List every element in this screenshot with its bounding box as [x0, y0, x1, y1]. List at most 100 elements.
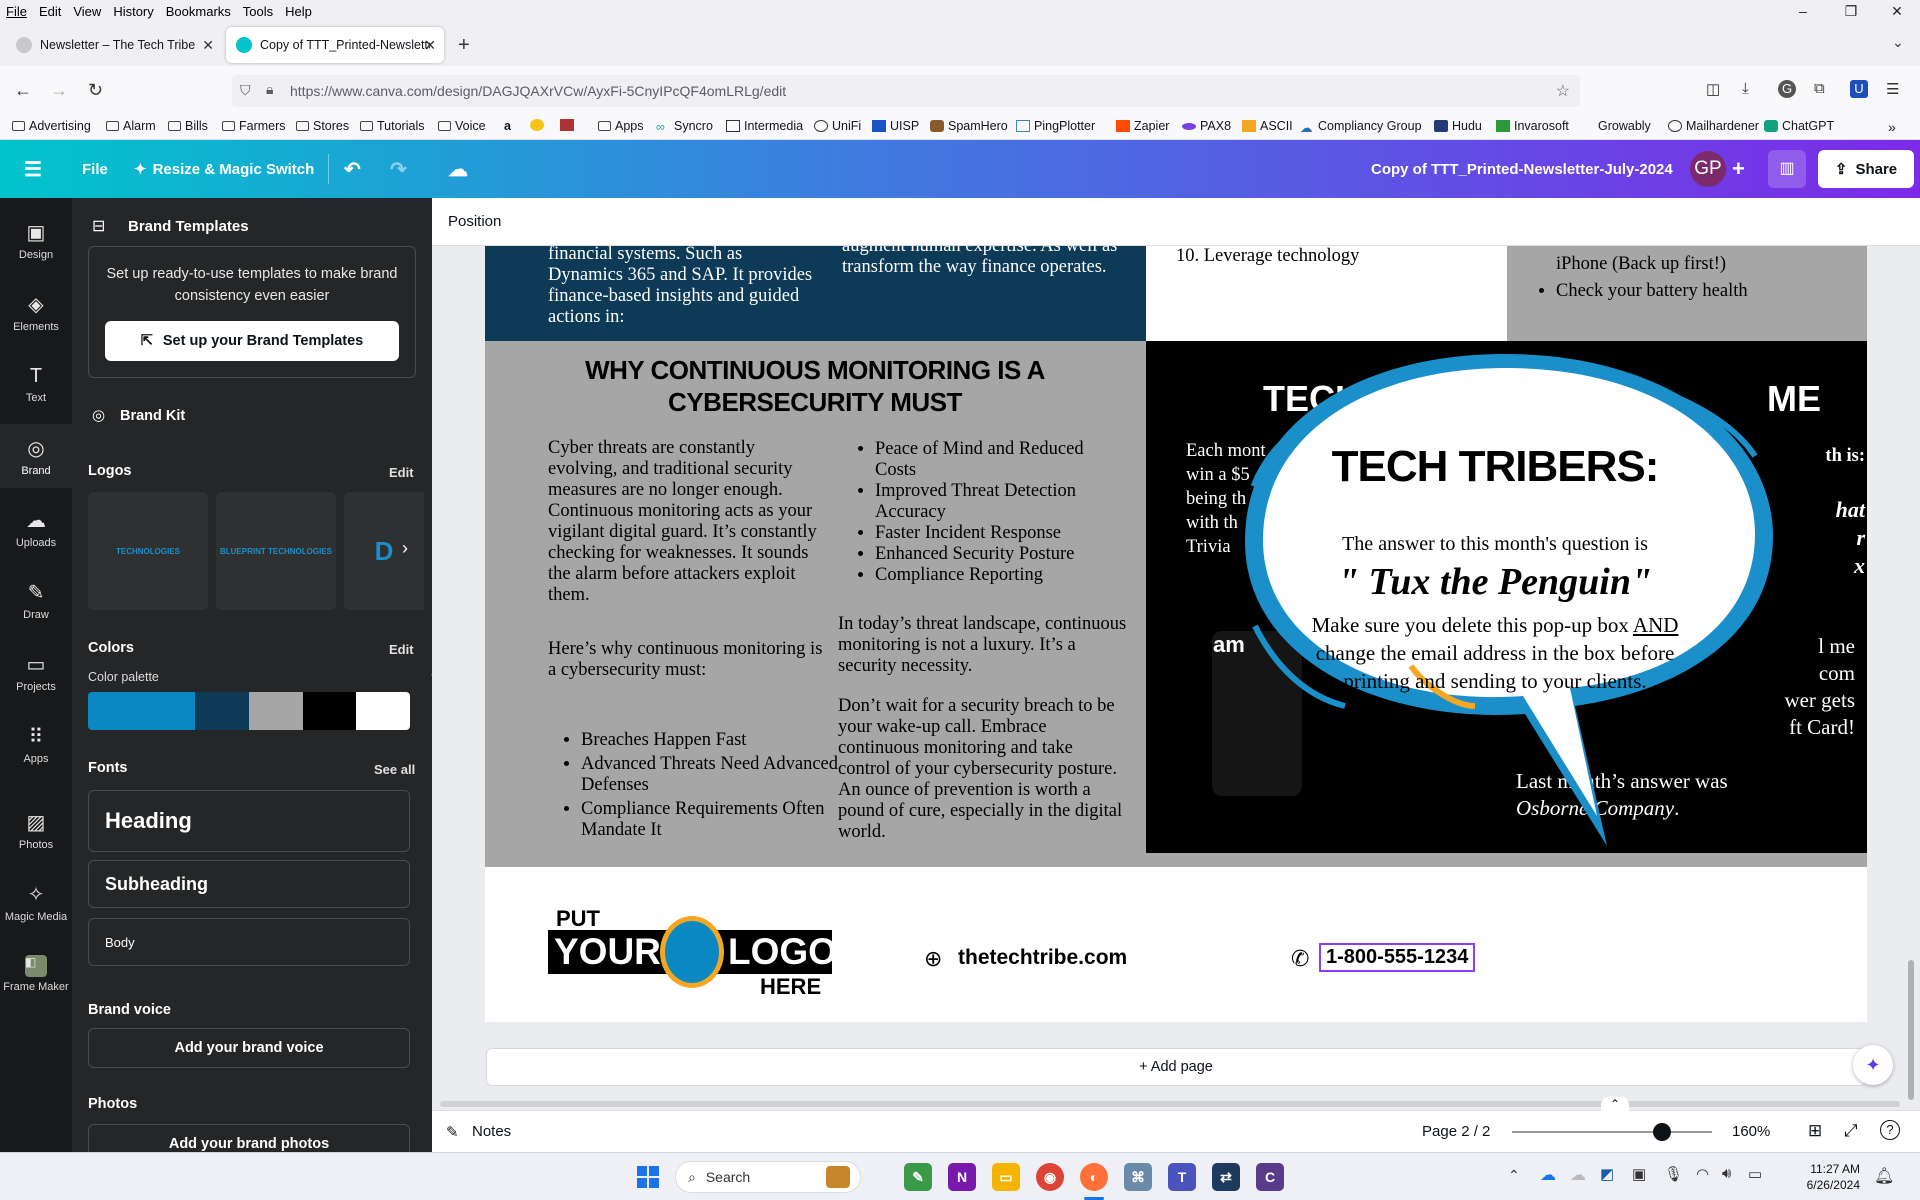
bookmark-voice[interactable]: Voice	[438, 119, 486, 133]
add-brand-voice-button[interactable]: Add your brand voice	[88, 1028, 410, 1068]
add-collaborator-icon[interactable]: +	[1732, 140, 1745, 198]
rail-elements[interactable]: ◈ Elements	[0, 280, 72, 344]
rail-design[interactable]: ▣ Design	[0, 208, 72, 272]
calculator-bookmark-icon[interactable]	[560, 119, 578, 131]
menu-history[interactable]: History	[113, 4, 153, 19]
start-icon[interactable]	[637, 1166, 659, 1188]
analytics-icon[interactable]: ▥	[1768, 150, 1806, 188]
bookmark-syncro[interactable]: ∞ Syncro	[656, 119, 713, 134]
back-icon[interactable]: ←	[14, 80, 32, 101]
sun-bookmark-icon[interactable]	[530, 119, 548, 131]
rail-projects[interactable]: ▭ Projects	[0, 640, 72, 704]
tray-chevron-icon[interactable]: ⌃	[1508, 1167, 1520, 1184]
website-text[interactable]: thetechtribe.com	[958, 946, 1127, 970]
notes-icon[interactable]: ✎	[446, 1123, 459, 1141]
reload-icon[interactable]: ↻	[88, 80, 103, 101]
rail-text[interactable]: T Text	[0, 352, 72, 416]
notifications-icon[interactable]: 🔔︎	[1874, 1166, 1894, 1186]
close-window-button[interactable]: ✕	[1874, 0, 1920, 22]
bookmark-hudu[interactable]: Hudu	[1434, 119, 1482, 133]
account-icon[interactable]: G	[1778, 80, 1796, 98]
url-bar[interactable]: ⛉ 🔒︎ https://www.canva.com/design/DAGJQA…	[232, 75, 1580, 107]
notepad-taskbar-icon[interactable]: ✎	[904, 1163, 932, 1191]
add-page-button[interactable]: + Add page	[486, 1048, 1866, 1086]
colors-edit-button[interactable]: Edit	[389, 642, 414, 657]
menu-view[interactable]: View	[73, 4, 101, 19]
notes-button[interactable]: Notes	[472, 1123, 511, 1140]
bookmark-pax8[interactable]: PAX8	[1182, 119, 1231, 133]
network-tool-taskbar-icon[interactable]: ⌘	[1124, 1163, 1152, 1191]
resize-magic-switch-button[interactable]: ✦ Resize & Magic Switch	[134, 140, 314, 198]
color-swatch[interactable]	[195, 692, 250, 730]
app-menu-icon[interactable]: ☰	[1886, 80, 1899, 98]
bookmark-bills[interactable]: Bills	[168, 119, 208, 133]
font-body-sample[interactable]: Body	[88, 918, 410, 966]
fullscreen-icon[interactable]: ⤢	[1844, 1121, 1858, 1141]
bookmark-unifi[interactable]: UniFi	[814, 119, 861, 133]
font-heading-sample[interactable]: Heading	[88, 790, 410, 852]
teamviewer-tray-icon[interactable]: ◩	[1600, 1165, 1614, 1183]
phone-text[interactable]: 1-800-555-1234	[1319, 943, 1476, 972]
color-swatch[interactable]	[88, 692, 142, 730]
pocket-icon[interactable]: ◫	[1706, 80, 1720, 98]
teams-taskbar-icon[interactable]: T	[1168, 1163, 1196, 1191]
more-bookmarks-icon[interactable]: »	[1888, 119, 1896, 135]
tab-newsletter[interactable]: Newsletter – The Tech Tribe ✕	[6, 27, 222, 63]
add-brand-photos-button[interactable]: Add your brand photos	[88, 1124, 410, 1152]
position-button[interactable]: Position	[448, 213, 501, 230]
bookmark-chatgpt[interactable]: ChatGPT	[1764, 119, 1834, 133]
bookmark-mailhardener[interactable]: Mailhardener	[1668, 119, 1759, 133]
newsletter-page[interactable]: financial systems. Such as Dynamics 365 …	[485, 246, 1867, 1022]
minimize-button[interactable]: –	[1780, 0, 1826, 22]
help-icon[interactable]: ?	[1880, 1120, 1900, 1140]
horizontal-scrollbar[interactable]	[440, 1101, 1900, 1107]
restore-button[interactable]: ❐	[1828, 0, 1874, 22]
taskbar-search[interactable]: ⌕ Search	[675, 1161, 861, 1193]
rail-brand[interactable]: ◎ Brand	[0, 424, 72, 488]
fonts-see-all-button[interactable]: See all	[374, 762, 415, 777]
volume-icon[interactable]: 🔊︎	[1722, 1165, 1731, 1182]
file-menu-button[interactable]: File	[82, 140, 108, 198]
menu-tools[interactable]: Tools	[243, 4, 273, 19]
rail-magic-media[interactable]: ✧ Magic Media	[0, 870, 72, 934]
microphone-icon[interactable]: 🎙︎	[1664, 1165, 1683, 1183]
logos-edit-button[interactable]: Edit	[389, 465, 414, 480]
firefox-taskbar-icon[interactable]: ◐	[1080, 1163, 1108, 1191]
share-button[interactable]: ⇪ Share	[1818, 150, 1914, 188]
redo-icon[interactable]: ↷	[390, 140, 407, 198]
bookmark-uisp[interactable]: UISP	[872, 119, 919, 133]
zoom-level[interactable]: 160%	[1732, 1123, 1770, 1140]
setup-brand-templates-button[interactable]: ⇱ Set up your Brand Templates	[105, 321, 399, 361]
bookmark-tutorials[interactable]: Tutorials	[360, 119, 424, 133]
chevron-right-icon[interactable]: ›	[402, 538, 408, 559]
brand-kit-label[interactable]: Brand Kit	[120, 408, 185, 424]
color-swatch[interactable]	[141, 692, 196, 730]
tab-canva[interactable]: Copy of TTT_Printed-Newslette ✕	[226, 27, 444, 63]
chevron-up-icon[interactable]: ⌃	[1601, 1097, 1629, 1113]
bookmark-alarm[interactable]: Alarm	[106, 119, 156, 133]
cloud-icon[interactable]: ☁	[1570, 1165, 1586, 1185]
logo-tile-2[interactable]: BLUEPRINT TECHNOLOGIES	[216, 492, 336, 610]
bookmark-star-icon[interactable]: ☆	[1556, 81, 1570, 101]
tray-app-icon[interactable]: ▣	[1632, 1165, 1646, 1183]
magic-assistant-icon[interactable]: ✦	[1853, 1045, 1893, 1085]
zoom-slider-thumb[interactable]	[1653, 1123, 1671, 1141]
close-tab-icon[interactable]: ✕	[202, 37, 214, 54]
menu-edit[interactable]: Edit	[39, 4, 61, 19]
amazon-bookmark-icon[interactable]: a	[504, 119, 511, 133]
logo-tile-3[interactable]: D	[344, 492, 424, 610]
avatar[interactable]: GP	[1690, 151, 1726, 187]
extensions-icon[interactable]: ⧉	[1814, 80, 1825, 97]
vertical-scrollbar[interactable]	[1908, 960, 1914, 1100]
bookmark-stores[interactable]: Stores	[296, 119, 349, 133]
rail-draw[interactable]: ✎ Draw	[0, 568, 72, 632]
app-taskbar-icon[interactable]: C	[1256, 1163, 1284, 1191]
color-swatch[interactable]	[302, 692, 357, 730]
forward-icon[interactable]: →	[50, 80, 68, 101]
bookmark-advertising[interactable]: Advertising	[12, 119, 91, 133]
new-tab-button[interactable]: +	[458, 34, 470, 57]
rail-apps[interactable]: ⠿ Apps	[0, 712, 72, 776]
downloads-icon[interactable]: ⤓	[1742, 80, 1749, 97]
list-tabs-icon[interactable]: ⌄	[1892, 34, 1904, 51]
color-swatch[interactable]	[356, 692, 410, 730]
